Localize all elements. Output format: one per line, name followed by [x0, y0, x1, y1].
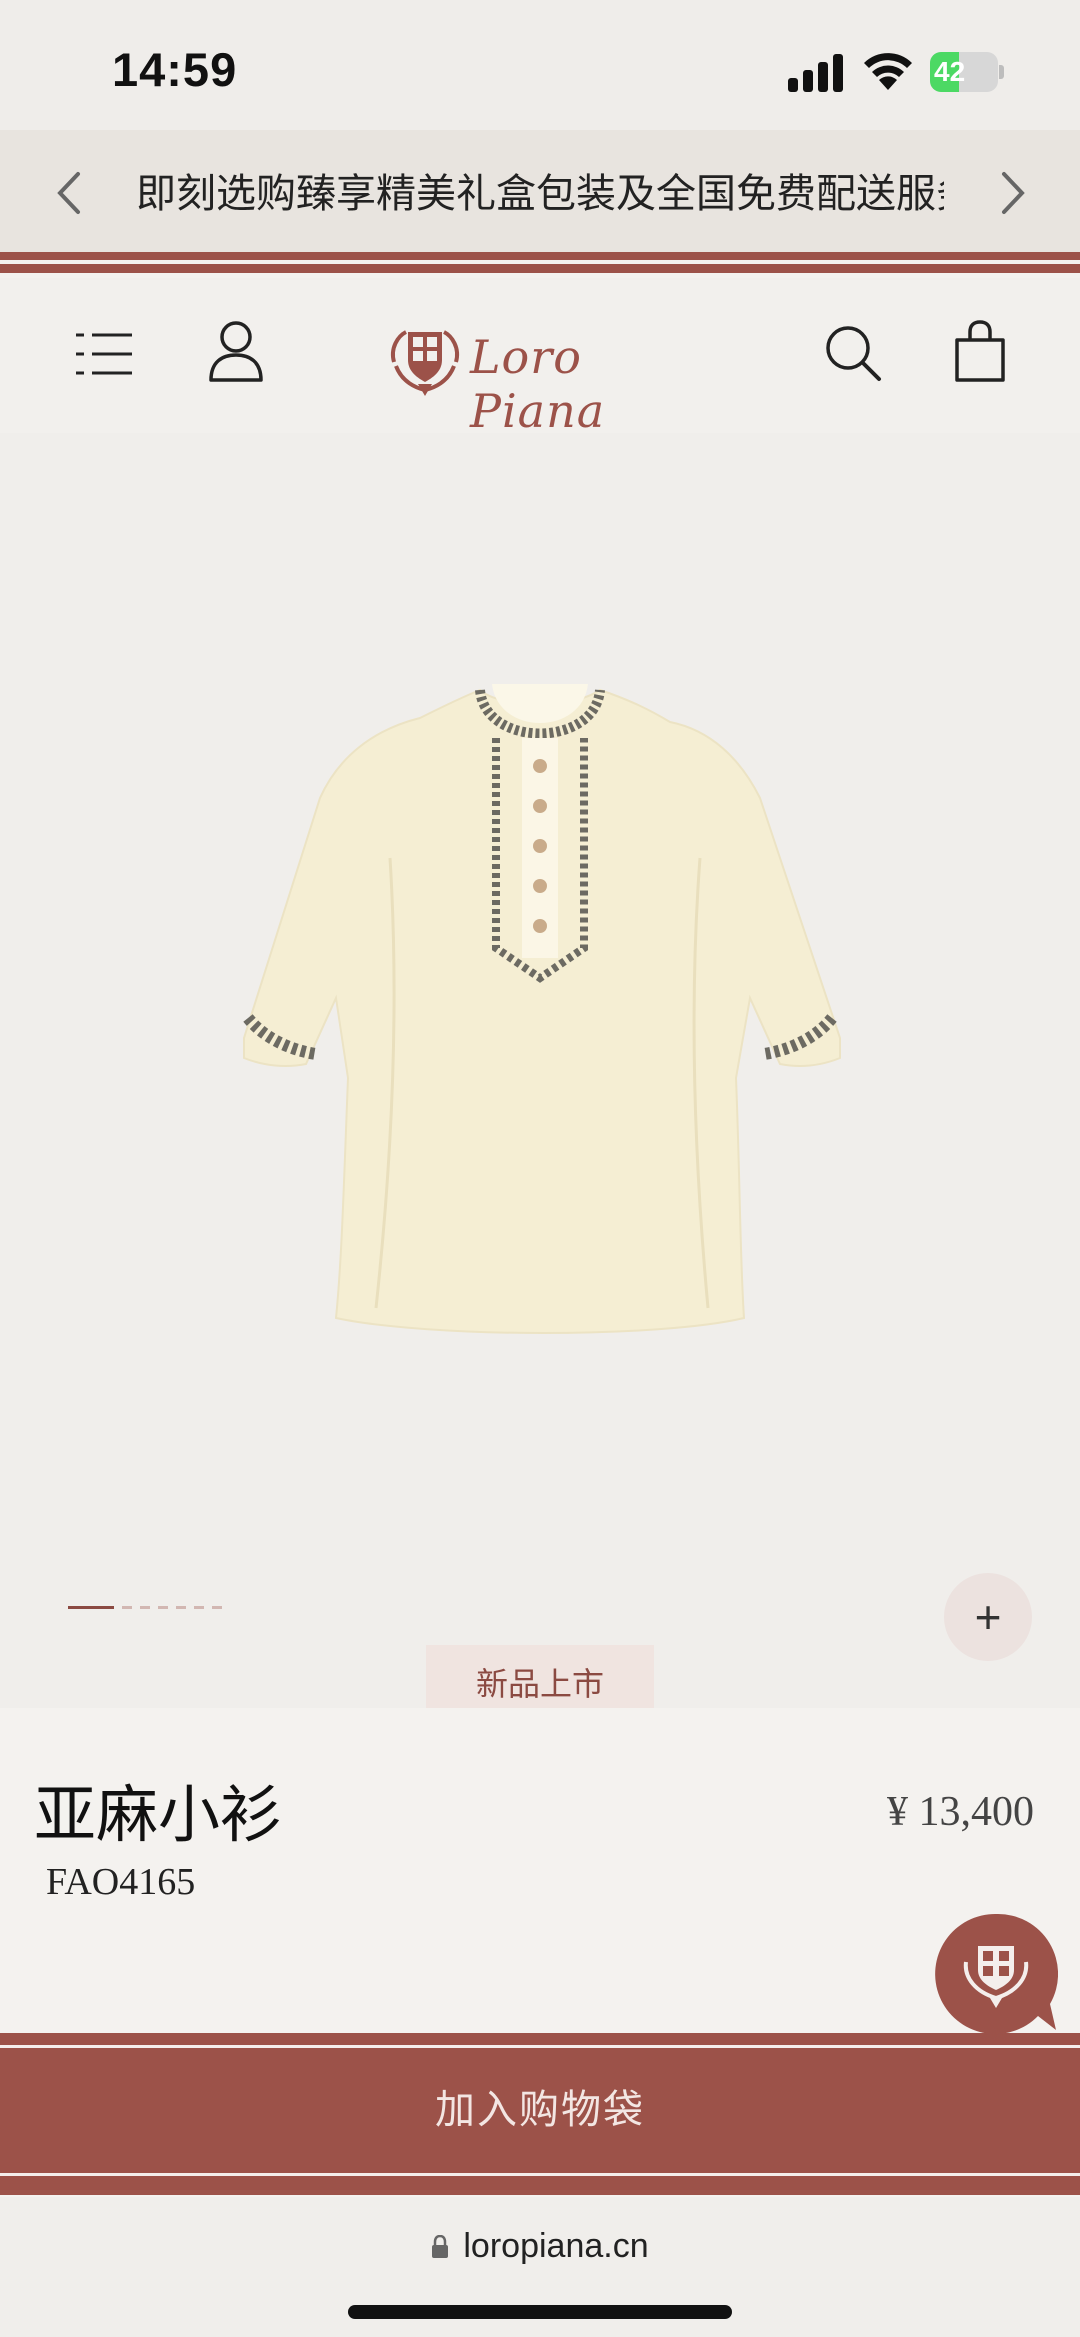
plus-icon: + — [974, 1591, 1002, 1643]
add-to-bag-button[interactable]: 加入购物袋 — [0, 2033, 1080, 2195]
chevron-right-icon[interactable] — [992, 168, 1032, 218]
site-header: Loro Piana — [0, 278, 1080, 438]
zoom-button[interactable]: + — [944, 1573, 1032, 1661]
status-time: 14:59 — [112, 43, 238, 96]
new-arrival-badge: 新品上市 — [426, 1645, 654, 1708]
url-field[interactable]: loropiana.cn — [0, 2227, 1080, 2266]
search-icon[interactable] — [824, 324, 882, 382]
carousel-dot[interactable] — [122, 1606, 132, 1609]
account-icon[interactable] — [208, 320, 264, 382]
product-info: 亚麻小衫 FAO4165 ¥ 13,400 — [0, 1708, 1080, 2036]
brand-divider — [0, 252, 1080, 278]
carousel-dot[interactable] — [176, 1606, 186, 1609]
carousel-dot[interactable] — [68, 1606, 114, 1609]
product-code: FAO4165 — [46, 1861, 196, 1903]
shopping-bag-icon[interactable] — [954, 320, 1006, 382]
product-title: 亚麻小衫 — [34, 1778, 283, 1851]
carousel-dot[interactable] — [212, 1606, 222, 1609]
cta-section: 加入购物袋 — [0, 2033, 1080, 2197]
promo-banner: 即刻选购臻享精美礼盒包装及全国免费配送服务 — [0, 130, 1080, 258]
add-to-bag-label: 加入购物袋 — [435, 2087, 645, 2133]
promo-text[interactable]: 即刻选购臻享精美礼盒包装及全国免费配送服务 — [136, 130, 944, 258]
carousel-dot[interactable] — [158, 1606, 168, 1609]
home-indicator[interactable] — [348, 2305, 732, 2319]
lock-icon — [432, 2235, 449, 2258]
battery-level: 42 — [934, 56, 966, 87]
carousel-dot[interactable] — [194, 1606, 204, 1609]
brand-logo[interactable]: Loro Piana — [388, 318, 698, 438]
menu-icon[interactable] — [76, 332, 132, 376]
brand-name: Loro Piana — [470, 330, 606, 438]
product-gallery[interactable]: + 新品上市 — [0, 433, 1080, 1708]
chevron-left-icon[interactable] — [50, 168, 90, 218]
url-text: loropiana.cn — [463, 2227, 649, 2265]
linen-blouse-image[interactable] — [140, 618, 940, 1378]
cellular-signal-icon — [788, 54, 843, 92]
carousel-dot[interactable] — [140, 1606, 150, 1609]
wifi-icon — [864, 53, 912, 90]
battery-icon: 42 — [930, 52, 1004, 92]
product-price: ¥ 13,400 — [887, 1789, 1034, 1835]
carousel-indicator[interactable] — [68, 1603, 268, 1613]
browser-address-bar: loropiana.cn — [0, 2197, 1080, 2337]
chat-support-icon[interactable] — [934, 1912, 1058, 2036]
status-bar: 14:59 42 — [0, 0, 1080, 130]
brand-crest-icon — [391, 330, 459, 396]
